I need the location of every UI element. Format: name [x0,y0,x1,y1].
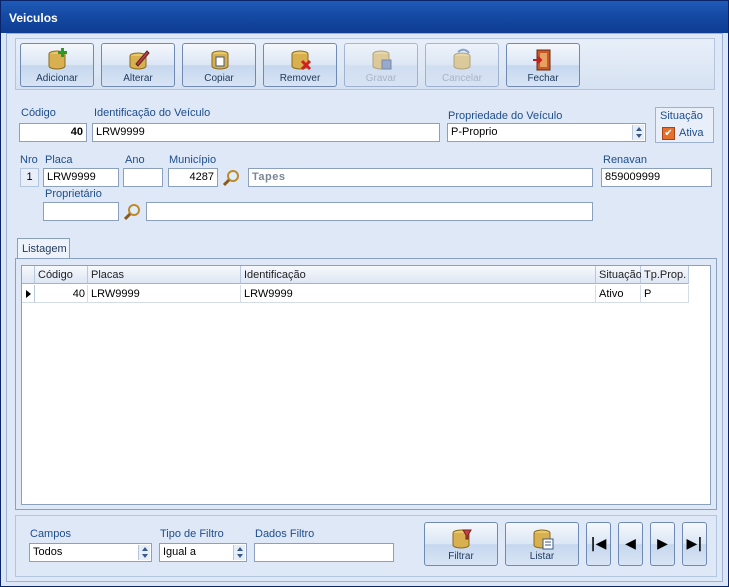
cancel-undo-icon [453,48,471,70]
proprietario-label: Proprietário [45,188,102,200]
tipo-filtro-value: Igual a [163,546,197,558]
municipio-code-field[interactable]: 4287 [168,168,218,187]
prev-record-button[interactable]: ◀ [618,522,643,566]
ano-label: Ano [125,154,145,166]
add-button-label: Adicionar [36,73,78,84]
edit-button[interactable]: Alterar [101,43,175,87]
codigo-label: Código [21,107,56,119]
nro-label: Nro [20,154,38,166]
data-grid[interactable]: Código Placas Identificação Situação Tp.… [21,265,711,505]
next-record-button[interactable]: ▶ [650,522,675,566]
app-window: Veiculos Adicionar Alterar Copiar Remove… [0,0,729,587]
save-button-label: Gravar [365,73,397,84]
tipo-filtro-select[interactable]: Igual a [159,543,247,562]
database-remove-icon [291,50,312,71]
main-frame: Adicionar Alterar Copiar Remover Gravar … [6,33,723,582]
edit-pencil-icon [129,50,150,70]
nro-field: 1 [20,168,39,187]
municipio-label: Município [169,154,217,166]
grid-header-tpprop[interactable]: Tp.Prop. [641,266,689,284]
close-button-label: Fechar [527,73,559,84]
identificacao-field[interactable]: LRW9999 [92,123,440,142]
filter-bar: Campos Todos Tipo de Filtro Igual a Dado… [15,515,717,577]
campos-value: Todos [33,546,63,558]
ano-field[interactable] [123,168,163,187]
remove-button-label: Remover [279,73,321,84]
grid-header-codigo[interactable]: Código [35,266,88,284]
table-cell-situacao[interactable]: Ativo [596,285,641,303]
copy-button-label: Copiar [204,73,234,84]
dados-filtro-label: Dados Filtro [255,528,315,540]
proprietario-name-field [146,202,593,221]
filtrar-button-label: Filtrar [448,551,474,562]
listagem-panel: Código Placas Identificação Situação Tp.… [15,258,717,510]
remove-button[interactable]: Remover [263,43,337,87]
situacao-group: Situação ✔ Ativa [655,107,714,143]
cancel-button-label: Cancelar [441,73,483,84]
first-record-button[interactable]: |◀ [586,522,611,566]
listar-button-label: Listar [529,551,555,562]
municipio-name-field: Tapes [248,168,593,187]
situacao-label: Situação [660,110,703,122]
identificacao-label: Identificação do Veículo [94,107,211,119]
title-bar: Veiculos [1,1,728,33]
ativa-checkbox[interactable]: ✔ [662,127,675,140]
last-record-button[interactable]: ▶| [682,522,707,566]
edit-button-label: Alterar [123,73,153,84]
codigo-field[interactable]: 40 [19,123,87,142]
filter-icon [452,529,472,549]
placa-label: Placa [45,154,73,166]
campos-select[interactable]: Todos [29,543,152,562]
renavan-label: Renavan [603,154,648,166]
tipo-filtro-label: Tipo de Filtro [160,528,224,540]
row-indicator-icon [22,285,35,303]
select-spinner-icon [138,545,150,560]
window-title: Veiculos [9,11,58,25]
copy-button[interactable]: Copiar [182,43,256,87]
close-button[interactable]: Fechar [506,43,580,87]
propriedade-value: P-Proprio [451,126,498,138]
grid-header-situacao[interactable]: Situação [596,266,642,284]
propriedade-label: Propriedade do Veículo [448,110,563,122]
renavan-field[interactable]: 859009999 [601,168,712,187]
grid-header-identificacao[interactable]: Identificação [241,266,596,284]
placa-field[interactable]: LRW9999 [43,168,119,187]
table-cell-placas[interactable]: LRW9999 [88,285,241,303]
proprietario-code-field[interactable] [43,202,119,221]
dados-filtro-field[interactable] [254,543,394,562]
table-cell-codigo[interactable]: 40 [35,285,88,303]
cancel-button[interactable]: Cancelar [425,43,499,87]
proprietario-search-icon[interactable] [124,203,142,221]
municipio-search-icon[interactable] [223,169,241,187]
filtrar-button[interactable]: Filtrar [424,522,498,566]
grid-indicator-header [22,266,35,284]
campos-label: Campos [30,528,71,540]
tab-listagem[interactable]: Listagem [17,238,70,259]
listar-button[interactable]: Listar [505,522,579,566]
save-button[interactable]: Gravar [344,43,418,87]
save-icon [372,50,392,70]
grid-header-placas[interactable]: Placas [88,266,241,284]
database-add-icon [48,48,67,70]
select-spinner-icon [632,125,644,140]
table-cell-tpprop[interactable]: P [641,285,689,303]
toolbar: Adicionar Alterar Copiar Remover Gravar … [15,38,715,90]
table-cell-identificacao[interactable]: LRW9999 [241,285,596,303]
propriedade-select[interactable]: P-Proprio [447,123,646,142]
add-button[interactable]: Adicionar [20,43,94,87]
list-icon [533,529,554,550]
ativa-label: Ativa [679,127,704,139]
select-spinner-icon [233,545,245,560]
copy-icon [211,50,229,70]
exit-door-icon [533,49,551,71]
